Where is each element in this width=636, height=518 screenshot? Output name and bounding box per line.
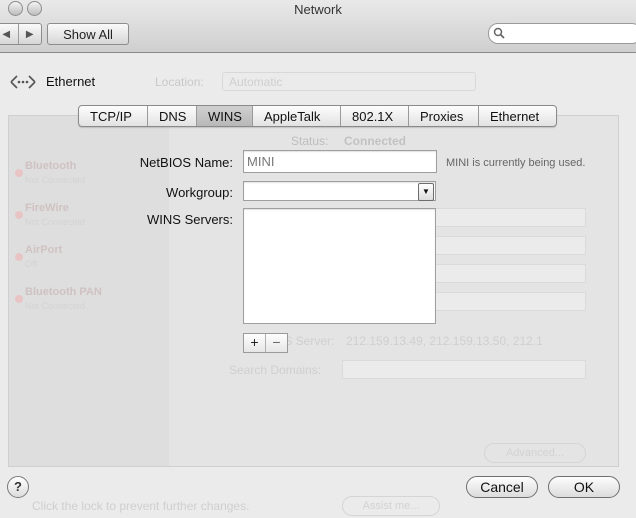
help-button[interactable]: ? <box>7 476 29 498</box>
add-server-button[interactable]: + <box>244 334 265 352</box>
ok-button[interactable]: OK <box>548 476 620 498</box>
tab-ethernet[interactable]: Ethernet <box>478 106 556 126</box>
tab-tcpip[interactable]: TCP/IP <box>79 106 147 126</box>
chevron-down-icon[interactable]: ▼ <box>418 183 434 201</box>
tab-8021x[interactable]: 802.1X <box>340 106 408 126</box>
tab-bar: TCP/IP DNS WINS AppleTalk 802.1X Proxies… <box>78 105 557 127</box>
tab-appletalk[interactable]: AppleTalk <box>252 106 340 126</box>
remove-server-button[interactable]: − <box>265 334 287 352</box>
netbios-status-note: MINI is currently being used. <box>446 157 586 169</box>
cancel-button[interactable]: Cancel <box>466 476 538 498</box>
netbios-name-label: NetBIOS Name: <box>139 155 233 170</box>
add-remove-control: + − <box>243 333 288 353</box>
tab-proxies[interactable]: Proxies <box>408 106 478 126</box>
workgroup-label: Workgroup: <box>166 185 233 200</box>
wins-servers-label: WINS Servers: <box>147 212 233 227</box>
tab-dns[interactable]: DNS <box>147 106 196 126</box>
tab-wins[interactable]: WINS <box>196 106 252 126</box>
wins-sheet: TCP/IP DNS WINS AppleTalk 802.1X Proxies… <box>0 0 636 518</box>
workgroup-combobox[interactable]: ▼ <box>243 181 436 201</box>
wins-servers-list[interactable] <box>243 208 436 324</box>
netbios-name-field[interactable]: MINI <box>243 150 437 173</box>
